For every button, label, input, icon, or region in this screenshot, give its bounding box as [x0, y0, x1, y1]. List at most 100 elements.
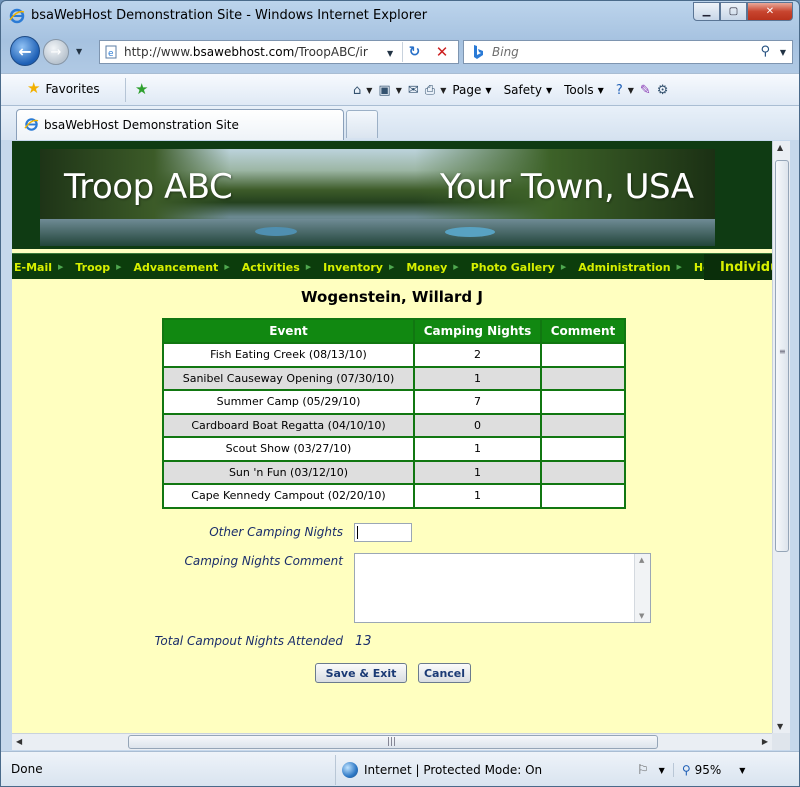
scrollbar-corner — [772, 733, 790, 750]
menu-individual[interactable]: Individual — [704, 254, 772, 280]
navigation-bar: ← → ▼ e http://www.bsawebhost.com/TroopA… — [1, 33, 799, 71]
table-row: Sun 'n Fun (03/12/10) 1 — [162, 459, 626, 485]
ie-page-icon — [24, 118, 39, 131]
page-title: Wogenstein, Willard J — [301, 288, 483, 306]
horizontal-scroll-thumb[interactable]: ||| — [128, 735, 658, 749]
ie-logo-icon — [9, 8, 25, 24]
camping-nights-table: Event Camping Nights Comment Fish Eating… — [162, 318, 626, 509]
menu-item-inventory[interactable]: Inventory ▶ — [317, 254, 400, 280]
scroll-up-icon[interactable]: ▲ — [639, 556, 644, 564]
bing-logo-icon — [474, 45, 483, 59]
page-viewport: Troop ABC Your Town, USA E-Mail ▶ Troop ▶ Ad… — [12, 141, 772, 733]
cell-nights: 1 — [413, 483, 542, 509]
save-exit-button[interactable]: Save & Exit — [315, 663, 407, 683]
divider — [125, 78, 126, 102]
canoe-icon — [445, 227, 495, 237]
address-bar[interactable]: e http://www.bsawebhost.com/TroopABC/ir … — [99, 40, 459, 64]
page-icon: e — [105, 45, 117, 59]
menu-item-activities[interactable]: Activities ▶ — [236, 254, 317, 280]
recent-pages-dropdown-icon[interactable]: ▼ — [76, 47, 82, 56]
textarea-scrollbar[interactable]: ▲ ▼ — [634, 554, 650, 622]
safety-menu[interactable]: Safety ▼ — [504, 83, 553, 97]
scroll-up-icon[interactable]: ▲ — [777, 143, 783, 152]
cell-event: Cardboard Boat Regatta (04/10/10) — [162, 412, 415, 438]
menu-item-administration[interactable]: Administration ▶ — [572, 254, 688, 280]
cell-comment[interactable] — [540, 436, 626, 462]
print-icon[interactable]: ⎙ ▼ — [425, 83, 447, 98]
cell-comment[interactable] — [540, 365, 626, 391]
forward-button[interactable]: → — [43, 39, 69, 65]
menu-arrow-icon: ▶ — [58, 263, 64, 271]
site-menu-bar: E-Mail ▶ Troop ▶ Advancement ▶ Activities ▶ Inve… — [12, 253, 772, 280]
tools-menu[interactable]: Tools ▼ — [564, 83, 604, 97]
feeds-icon[interactable]: ▣ ▼ — [378, 83, 401, 98]
search-box[interactable]: Bing ⚲ ▼ — [463, 40, 793, 64]
back-button[interactable]: ← — [10, 36, 40, 66]
tools-extra-icon[interactable]: ⚙ — [657, 83, 669, 98]
vertical-scrollbar[interactable]: ▲ ≡ ▼ — [772, 141, 790, 733]
scroll-down-icon[interactable]: ▼ — [777, 722, 783, 731]
protected-mode-dropdown-icon[interactable]: ▼ — [659, 766, 665, 775]
other-camping-nights-input[interactable] — [354, 523, 412, 542]
help-icon[interactable]: ? ▼ — [616, 83, 634, 98]
column-header-camping-nights: Camping Nights — [413, 318, 542, 344]
cell-comment[interactable] — [540, 389, 626, 415]
column-header-event: Event — [162, 318, 415, 344]
cell-comment[interactable] — [540, 412, 626, 438]
security-zone[interactable]: Internet | Protected Mode: On — [335, 755, 542, 785]
table-row: Scout Show (03/27/10) 1 — [162, 436, 626, 462]
url-text[interactable]: http://www.bsawebhost.com/TroopABC/ir — [124, 45, 374, 59]
cell-event: Sanibel Causeway Opening (07/30/10) — [162, 365, 415, 391]
research-icon[interactable]: ✎ — [640, 83, 651, 98]
refresh-icon[interactable]: ↻ — [402, 42, 426, 62]
cell-comment[interactable] — [540, 342, 626, 368]
menu-item-troop[interactable]: Troop ▶ — [69, 254, 127, 280]
maximize-button[interactable]: ▢ — [720, 2, 747, 21]
favorites-bar: ★ Favorites ★ ⌂ ▼ ▣ ▼ ✉ ⎙ ▼ Page ▼ Safety ▼ T… — [1, 73, 799, 106]
scroll-right-icon[interactable]: ▶ — [762, 737, 768, 746]
cell-event: Scout Show (03/27/10) — [162, 436, 415, 462]
favorites-button[interactable]: ★ Favorites — [27, 81, 100, 96]
scroll-down-icon[interactable]: ▼ — [639, 612, 644, 620]
minimize-button[interactable]: ▁ — [693, 2, 720, 21]
menu-item-advancement[interactable]: Advancement ▶ — [128, 254, 236, 280]
total-campout-nights-label: Total Campout Nights Attended — [154, 634, 343, 648]
menu-item-money[interactable]: Money ▶ — [400, 254, 464, 280]
cell-comment[interactable] — [540, 483, 626, 509]
address-dropdown-icon[interactable]: ▼ — [387, 49, 393, 58]
cell-event: Summer Camp (05/29/10) — [162, 389, 415, 415]
table-row: Cape Kennedy Campout (02/20/10) 1 — [162, 483, 626, 509]
cancel-button[interactable]: Cancel — [418, 663, 471, 683]
camping-nights-comment-textarea[interactable]: ▲ ▼ — [354, 553, 651, 623]
search-options-dropdown-icon[interactable]: ▼ — [780, 48, 786, 57]
cell-comment[interactable] — [540, 459, 626, 485]
banner-image: Troop ABC Your Town, USA — [40, 149, 715, 246]
horizontal-scrollbar[interactable]: ◀ ||| ▶ — [12, 733, 772, 750]
home-icon[interactable]: ⌂ ▼ — [353, 83, 372, 98]
protected-mode-icon[interactable]: ⚐ — [637, 763, 649, 778]
tab-bsawebhost[interactable]: bsaWebHost Demonstration Site — [16, 109, 344, 140]
cell-nights: 0 — [413, 412, 542, 438]
stop-icon[interactable]: ✕ — [430, 42, 454, 62]
close-window-button[interactable]: ✕ — [747, 2, 793, 21]
tab-strip: bsaWebHost Demonstration Site — [1, 106, 799, 140]
cell-nights: 2 — [413, 342, 542, 368]
menu-arrow-icon: ▶ — [560, 263, 567, 271]
mail-icon[interactable]: ✉ — [408, 83, 419, 98]
search-icon[interactable]: ⚲ — [760, 44, 770, 59]
zoom-control[interactable]: ⚲ 95% ▼ — [672, 763, 754, 777]
banner-troop-name: Troop ABC — [64, 167, 233, 207]
add-favorite-icon[interactable]: ★ — [135, 80, 148, 98]
title-bar: bsaWebHost Demonstration Site - Windows … — [1, 1, 799, 33]
cell-event: Fish Eating Creek (08/13/10) — [162, 342, 415, 368]
menu-item-photo-gallery[interactable]: Photo Gallery ▶ — [465, 254, 573, 280]
vertical-scroll-thumb[interactable]: ≡ — [775, 160, 789, 552]
camping-nights-comment-label: Camping Nights Comment — [184, 554, 343, 568]
scroll-left-icon[interactable]: ◀ — [16, 737, 22, 746]
zoom-dropdown-icon[interactable]: ▼ — [739, 766, 745, 775]
canoe-icon — [255, 227, 297, 236]
search-placeholder: Bing — [492, 45, 519, 59]
menu-item-e-mail[interactable]: E-Mail ▶ — [12, 254, 69, 280]
new-tab-button[interactable] — [346, 110, 378, 138]
page-menu[interactable]: Page ▼ — [452, 83, 491, 97]
